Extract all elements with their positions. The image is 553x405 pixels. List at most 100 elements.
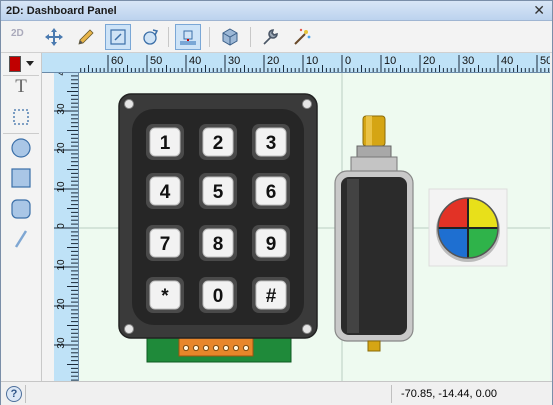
select-rect-tool[interactable] <box>9 105 33 129</box>
ruler-label: 0 <box>56 223 67 229</box>
ruler-label: 10 <box>56 181 67 193</box>
draw-button[interactable] <box>73 24 99 50</box>
move-icon <box>45 28 63 46</box>
keypad-key[interactable]: 9 <box>252 225 290 261</box>
circle-tool[interactable] <box>9 136 33 160</box>
rotate-button[interactable] <box>137 24 163 50</box>
ruler-label: 0 <box>345 55 351 67</box>
circle-icon <box>11 138 31 158</box>
keypad-key[interactable]: 3 <box>252 124 290 160</box>
ruler-label: 20 <box>423 55 435 67</box>
mount-hole <box>302 324 312 334</box>
select-rect-icon <box>13 109 29 125</box>
rotate-icon <box>143 29 159 45</box>
connector-pin <box>182 344 190 352</box>
connector-pin <box>232 344 240 352</box>
drawing-tools-panel: T <box>1 53 42 381</box>
key-label: 0 <box>213 286 224 307</box>
toolbar-separator <box>209 27 210 47</box>
status-divider <box>25 385 26 403</box>
select-frame-button[interactable] <box>105 24 131 50</box>
snap-grid-icon <box>180 30 196 45</box>
move-button[interactable] <box>41 24 67 50</box>
snap-grid-button[interactable] <box>175 24 201 50</box>
ruler-label: 10 <box>306 55 318 67</box>
ruler-label: 10 <box>384 55 396 67</box>
mount-hole <box>124 99 134 109</box>
mount-hole <box>124 324 134 334</box>
dashboard-panel-window: 2D: Dashboard Panel ✕ 2D T 60 50 40 30 2… <box>0 0 553 405</box>
key-label: # <box>266 286 277 307</box>
ruler-label: 50 <box>540 55 550 67</box>
mode-label: 2D <box>11 28 24 39</box>
keypad-key[interactable]: 6 <box>252 173 290 209</box>
tools-separator <box>3 133 39 134</box>
keypad-key[interactable]: * <box>146 277 184 313</box>
color-wheel-component[interactable] <box>428 188 508 267</box>
ruler-label: 30 <box>56 337 67 349</box>
cursor-coordinates: -70.85, -14.44, 0.00 <box>401 388 498 400</box>
rectangle-icon <box>11 168 31 188</box>
ruler-label: 30 <box>56 103 67 115</box>
line-icon <box>14 230 28 248</box>
key-label: 3 <box>266 133 277 154</box>
status-divider <box>391 385 392 403</box>
cube-icon <box>222 28 238 46</box>
chevron-down-icon <box>26 61 34 66</box>
keypad-key[interactable]: 1 <box>146 124 184 160</box>
key-label: 2 <box>213 133 224 154</box>
text-tool-icon[interactable]: T <box>9 75 33 99</box>
keypad-key[interactable]: 0 <box>199 277 237 313</box>
key-label: 9 <box>266 234 277 255</box>
ruler-label: 40 <box>56 73 67 76</box>
cylinder-component[interactable] <box>334 115 414 352</box>
ruler-label: 20 <box>56 298 67 310</box>
line-tool[interactable] <box>9 227 33 251</box>
horizontal-ruler[interactable]: 60 50 40 30 20 10 0 10 20 30 40 50 <box>42 53 550 73</box>
color-swatch <box>9 56 21 72</box>
horizontal-ruler-ticks: 60 50 40 30 20 10 0 10 20 30 40 50 <box>80 55 550 72</box>
mount-hole <box>302 99 312 109</box>
key-label: 7 <box>160 234 171 255</box>
keypad-key[interactable]: 4 <box>146 173 184 209</box>
wizard-icon <box>294 28 311 45</box>
window-title: 2D: Dashboard Panel <box>6 5 117 17</box>
3d-view-button[interactable] <box>217 24 243 50</box>
key-label: 5 <box>213 182 224 203</box>
keypad-key[interactable]: 2 <box>199 124 237 160</box>
key-label: 4 <box>160 182 171 203</box>
keypad-component[interactable]: 1 2 3 4 5 6 7 8 9 * 0 # <box>118 93 318 339</box>
rounded-rect-icon <box>11 199 31 219</box>
status-bar: ? -70.85, -14.44, 0.00 <box>1 381 552 405</box>
rectangle-tool[interactable] <box>9 166 33 190</box>
properties-button[interactable] <box>257 24 283 50</box>
vertical-ruler[interactable]: 40 30 20 10 0 10 20 30 <box>54 73 79 381</box>
wizard-button[interactable] <box>289 24 315 50</box>
ruler-label: 40 <box>501 55 513 67</box>
ruler-label: 30 <box>462 55 474 67</box>
color-picker[interactable] <box>6 55 36 73</box>
keypad-key[interactable]: 5 <box>199 173 237 209</box>
vertical-ruler-ticks: 40 30 20 10 0 10 20 30 <box>54 73 78 381</box>
keypad-key[interactable]: # <box>252 277 290 313</box>
help-icon[interactable]: ? <box>6 386 22 402</box>
rounded-rect-tool[interactable] <box>9 197 33 221</box>
design-canvas[interactable]: 1 2 3 4 5 6 7 8 9 * 0 # <box>79 73 550 381</box>
key-label: 6 <box>266 182 277 203</box>
connector-pin <box>212 344 220 352</box>
ruler-label: 50 <box>150 55 162 67</box>
keypad-key[interactable]: 7 <box>146 225 184 261</box>
ruler-label: 60 <box>111 55 123 67</box>
select-frame-icon <box>110 29 126 45</box>
connector-pin <box>242 344 250 352</box>
pencil-icon <box>78 29 94 45</box>
wrench-icon <box>263 29 278 45</box>
keypad-key[interactable]: 8 <box>199 225 237 261</box>
toolbar-separator <box>250 27 251 47</box>
key-label: 8 <box>213 234 224 255</box>
key-label: 1 <box>160 133 171 154</box>
keypad-connector <box>146 334 292 363</box>
close-icon[interactable]: ✕ <box>533 2 545 19</box>
connector-pin <box>192 344 200 352</box>
connector-pin <box>202 344 210 352</box>
